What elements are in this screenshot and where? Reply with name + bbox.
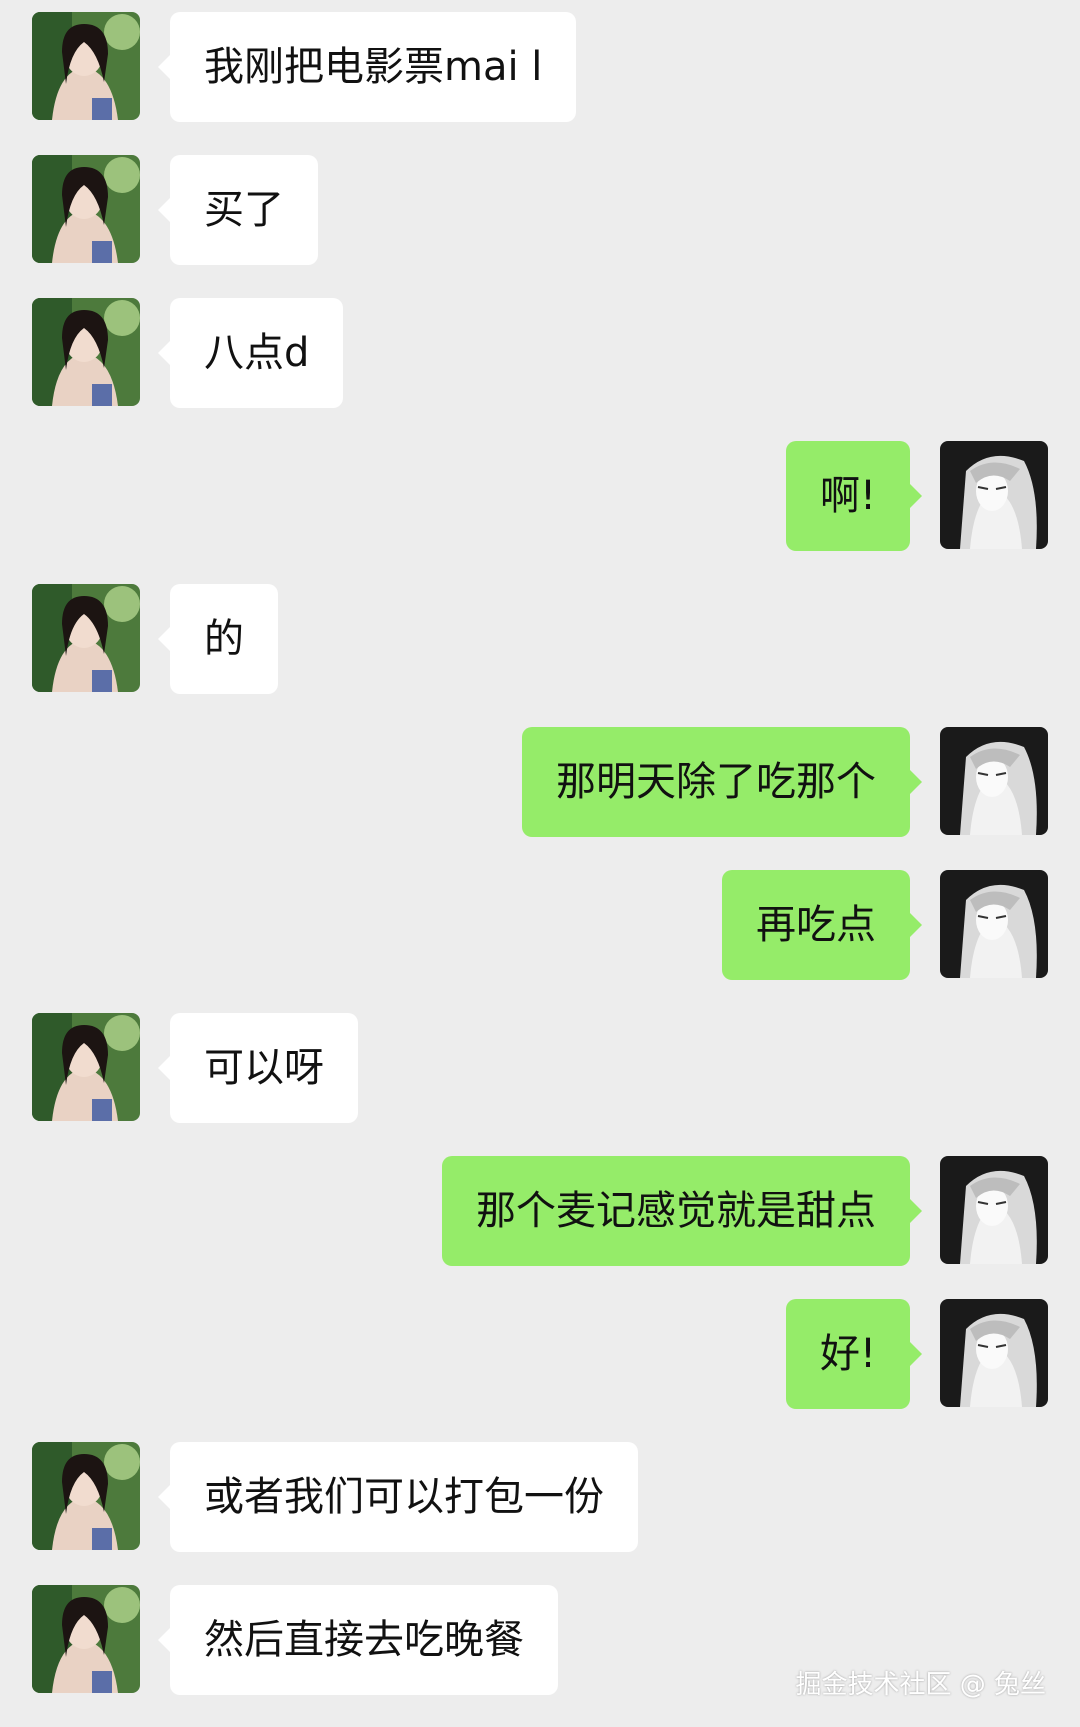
message-bubble-outgoing[interactable]: 啊!	[785, 441, 923, 551]
self-avatar[interactable]	[940, 727, 1048, 835]
message-bubble-outgoing[interactable]: 再吃点	[722, 870, 922, 980]
girl-photo-avatar-icon	[32, 584, 140, 692]
message-row: 的	[0, 584, 1080, 694]
girl-photo-avatar-icon	[32, 155, 140, 263]
anime-character-avatar-icon	[940, 441, 1048, 549]
self-avatar[interactable]	[940, 1156, 1048, 1264]
message-row: 再吃点	[0, 870, 1080, 980]
message-bubble-incoming[interactable]: 我刚把电影票mai l	[157, 12, 577, 122]
message-row: 那明天除了吃那个	[0, 727, 1080, 837]
girl-photo-avatar-icon	[32, 1013, 140, 1121]
self-avatar[interactable]	[940, 870, 1048, 978]
girl-photo-avatar-icon	[32, 1585, 140, 1693]
message-row: 啊!	[0, 441, 1080, 551]
message-bubble-incoming[interactable]: 可以呀	[158, 1013, 358, 1123]
message-bubble-incoming[interactable]: 的	[158, 584, 278, 694]
contact-avatar[interactable]	[32, 584, 140, 692]
contact-avatar[interactable]	[32, 12, 140, 120]
message-row: 买了	[0, 155, 1080, 265]
message-bubble-outgoing[interactable]: 那明天除了吃那个	[522, 727, 922, 837]
anime-character-avatar-icon	[940, 1299, 1048, 1407]
message-bubble-outgoing[interactable]: 好!	[785, 1299, 923, 1409]
contact-avatar[interactable]	[32, 1442, 140, 1550]
message-bubble-incoming[interactable]: 然后直接去吃晚餐	[158, 1585, 558, 1695]
chat-view: 我刚把电影票mai l 买了 八点d 啊! 的 那明天除了吃那个 再吃点 可以呀…	[0, 0, 1080, 1727]
anime-character-avatar-icon	[940, 870, 1048, 978]
self-avatar[interactable]	[940, 1299, 1048, 1407]
anime-character-avatar-icon	[940, 1156, 1048, 1264]
message-row: 八点d	[0, 298, 1080, 408]
message-row: 我刚把电影票mai l	[0, 12, 1080, 122]
contact-avatar[interactable]	[32, 298, 140, 406]
message-row: 可以呀	[0, 1013, 1080, 1123]
message-bubble-incoming[interactable]: 买了	[158, 155, 318, 265]
message-bubble-incoming[interactable]: 八点d	[157, 298, 344, 408]
message-bubble-incoming[interactable]: 或者我们可以打包一份	[158, 1442, 638, 1552]
contact-avatar[interactable]	[32, 1013, 140, 1121]
contact-avatar[interactable]	[32, 1585, 140, 1693]
message-bubble-outgoing[interactable]: 那个麦记感觉就是甜点	[442, 1156, 922, 1266]
message-row: 或者我们可以打包一份	[0, 1442, 1080, 1552]
girl-photo-avatar-icon	[32, 12, 140, 120]
watermark: 掘金技术社区 @ 兔丝	[795, 1670, 1046, 1700]
girl-photo-avatar-icon	[32, 298, 140, 406]
message-row: 那个麦记感觉就是甜点	[0, 1156, 1080, 1266]
girl-photo-avatar-icon	[32, 1442, 140, 1550]
anime-character-avatar-icon	[940, 727, 1048, 835]
message-row: 好!	[0, 1299, 1080, 1409]
self-avatar[interactable]	[940, 441, 1048, 549]
contact-avatar[interactable]	[32, 155, 140, 263]
